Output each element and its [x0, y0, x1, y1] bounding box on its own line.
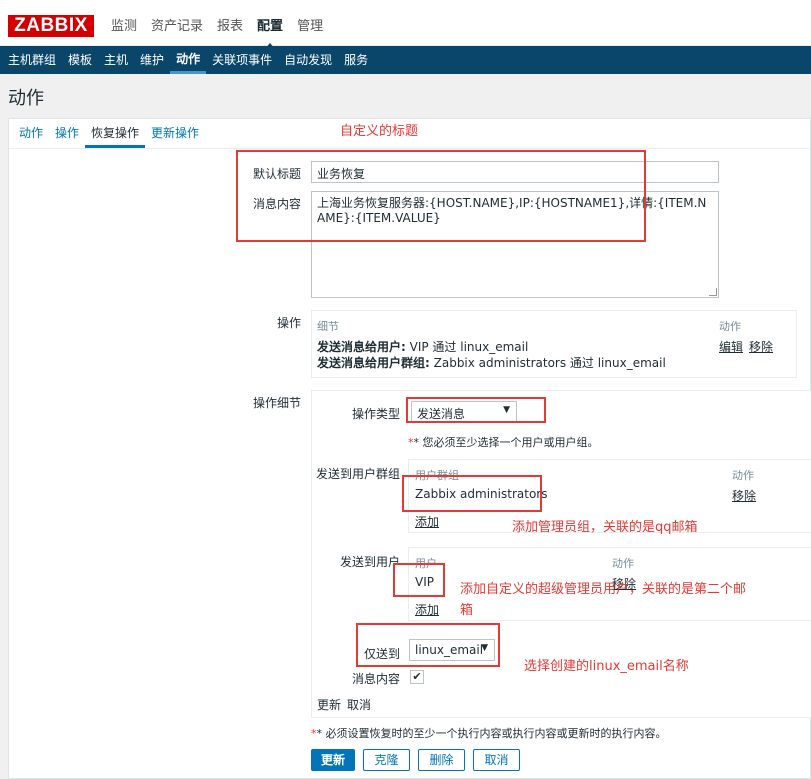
sub-nav-services[interactable]: 服务 [338, 46, 374, 74]
send-to-groups-label: 发送到用户群组 [315, 467, 400, 481]
annotation-vip-user-cont: 箱 [460, 603, 474, 618]
tab-action[interactable]: 动作 [13, 119, 49, 148]
operations-label: 操作 [276, 316, 301, 330]
annotation-media-type: 选择创建的linux_email名称 [524, 659, 689, 674]
tab-recovery-operations[interactable]: 恢复操作 [85, 119, 146, 148]
operations-col-details: 细节 [317, 320, 339, 333]
sub-nav-discovery[interactable]: 自动发现 [278, 46, 338, 74]
tab-operations[interactable]: 操作 [49, 119, 85, 148]
operations-col-action: 动作 [719, 320, 741, 333]
top-bar: ZABBIX 监测 资产记录 报表 配置 管理 [0, 0, 811, 50]
remove-link[interactable]: 移除 [749, 338, 773, 355]
group-remove-link[interactable]: 移除 [732, 487, 756, 504]
sub-nav-templates[interactable]: 模板 [62, 46, 98, 74]
users-col-action: 动作 [612, 557, 634, 570]
cancel-button[interactable]: 取消 [473, 749, 520, 771]
groups-col-action: 动作 [732, 469, 754, 482]
annotation-box-title [236, 150, 646, 242]
main-nav-administration[interactable]: 管理 [290, 18, 330, 36]
zabbix-logo[interactable]: ZABBIX [8, 15, 94, 37]
annotation-box-user [393, 563, 445, 597]
main-nav: 监测 资产记录 报表 配置 管理 [104, 18, 330, 50]
operation-row: 发送消息给用户群组: Zabbix administrators 通过 linu… [317, 356, 666, 370]
clone-button[interactable]: 克隆 [363, 749, 410, 771]
annotation-admin-group: 添加管理员组，关联的是qq邮箱 [512, 520, 698, 535]
add-user-link[interactable]: 添加 [415, 601, 439, 618]
annotation-box-group [402, 475, 542, 512]
sub-nav-maintenance[interactable]: 维护 [134, 46, 170, 74]
annotation-box-media [356, 623, 500, 667]
op-details-label: 操作细节 [252, 396, 301, 410]
required-note-text: * 您必须至少选择一个用户或用户组。 [413, 436, 599, 449]
annotation-custom-title: 自定义的标题 [340, 124, 419, 139]
sub-nav-correlation[interactable]: 关联项事件 [206, 46, 278, 74]
required-note: ** 您必须至少选择一个用户或用户组。 [408, 436, 599, 449]
message-content-label: 消息内容 [351, 672, 400, 686]
delete-button[interactable]: 删除 [418, 749, 465, 771]
update-button[interactable]: 更新 [311, 749, 355, 771]
edit-link[interactable]: 编辑 [719, 338, 743, 355]
main-nav-monitoring[interactable]: 监测 [104, 18, 144, 36]
main-nav-inventory[interactable]: 资产记录 [144, 18, 210, 36]
resize-handle-icon[interactable] [709, 288, 717, 296]
main-nav-reports[interactable]: 报表 [210, 18, 250, 36]
cancel-op-link[interactable]: 取消 [347, 696, 371, 713]
sub-nav-actions[interactable]: 动作 [170, 46, 207, 74]
sub-nav-host-groups[interactable]: 主机群组 [0, 46, 62, 74]
tab-update-operations[interactable]: 更新操作 [145, 119, 205, 148]
page-title: 动作 [8, 88, 44, 109]
message-content-checkbox[interactable]: ✔ [410, 670, 424, 684]
op-type-label: 操作类型 [351, 407, 400, 421]
operation-row: 发送消息给用户: VIP 通过 linux_email [317, 340, 529, 354]
send-to-users-label: 发送到用户 [339, 555, 400, 569]
bottom-note-text: * 必须设置恢复时的至少一个执行内容或执行内容或更新时的执行内容。 [316, 727, 667, 740]
annotation-box-op-type [406, 397, 546, 423]
main-nav-configuration[interactable]: 配置 [250, 18, 290, 50]
operations-table: 细节 动作 发送消息给用户: VIP 通过 linux_email 编辑 移除 … [311, 310, 797, 378]
sub-nav: 主机群组 模板 主机 维护 动作 关联项事件 自动发现 服务 [0, 46, 811, 74]
add-group-link[interactable]: 添加 [415, 513, 439, 530]
annotation-vip-user: 添加自定义的超级管理员用户，关联的是第二个邮 [460, 582, 747, 597]
checkmark-icon: ✔ [412, 670, 422, 683]
bottom-required-note: ** 必须设置恢复时的至少一个执行内容或执行内容或更新时的执行内容。 [311, 727, 667, 740]
update-op-link[interactable]: 更新 [317, 696, 341, 713]
sub-nav-hosts[interactable]: 主机 [98, 46, 134, 74]
